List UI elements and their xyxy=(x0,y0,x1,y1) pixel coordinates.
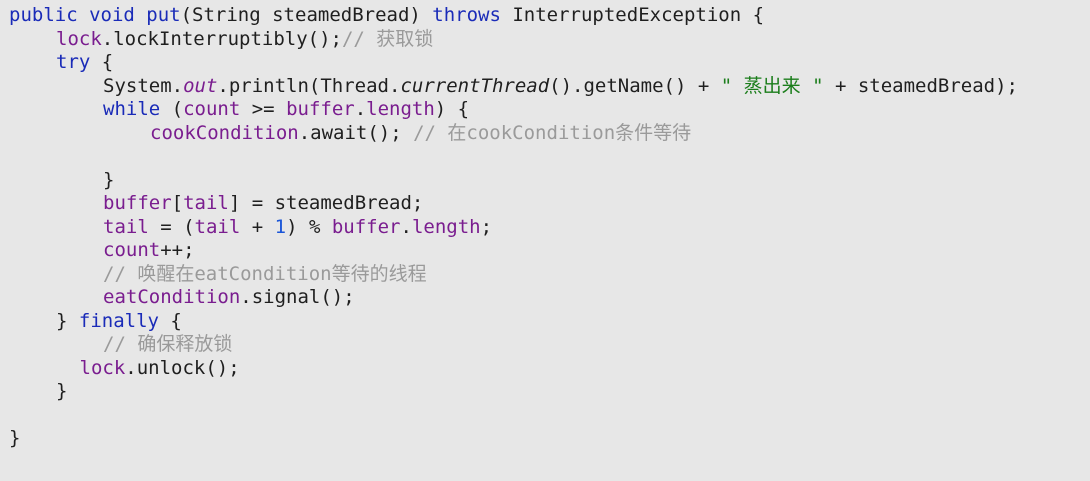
code-token: + xyxy=(240,215,275,238)
code-line: cookCondition.await(); // 在cookCondition… xyxy=(150,121,691,145)
code-line: System.out.println(Thread.currentThread(… xyxy=(103,74,1018,98)
code-token: throws xyxy=(432,4,501,26)
code-token: ( xyxy=(160,98,184,120)
code-token: System. xyxy=(103,74,184,97)
code-token: } xyxy=(56,309,79,332)
code-line: tail = (tail + 1) % buffer.length; xyxy=(103,215,492,239)
code-token: tail xyxy=(194,215,241,238)
code-token: count xyxy=(183,98,241,120)
code-line: count++; xyxy=(103,238,195,262)
code-token: + steamedBread); xyxy=(823,74,1018,97)
code-token: .signal(); xyxy=(240,286,355,308)
code-token: try xyxy=(56,51,91,73)
code-token: } xyxy=(103,168,115,191)
code-token: // 在cookCondition条件等待 xyxy=(413,121,692,144)
code-token: buffer xyxy=(286,98,355,120)
code-token: length xyxy=(366,98,435,120)
code-token: // 获取锁 xyxy=(341,27,434,50)
code-line: } xyxy=(56,379,67,403)
code-token: (String steamedBread) xyxy=(180,4,433,26)
code-token: lock xyxy=(56,27,102,50)
code-token: .lockInterruptibly(); xyxy=(101,27,342,50)
code-line: } xyxy=(103,168,114,192)
code-token: buffer xyxy=(331,215,401,238)
code-token: InterruptedException { xyxy=(500,4,765,26)
code-token: .unlock(); xyxy=(125,356,240,379)
code-token: } xyxy=(56,380,68,402)
code-token: . xyxy=(354,98,367,120)
code-token: { xyxy=(158,309,182,332)
code-token: .await(); xyxy=(298,121,414,144)
code-token: currentThread xyxy=(400,74,550,97)
code-line: // 唤醒在eatCondition等待的线程 xyxy=(103,262,427,286)
code-token: eatCondition xyxy=(103,286,241,308)
code-token: ().getName() + xyxy=(549,74,721,97)
code-token: cookCondition xyxy=(150,121,299,144)
code-line: lock.lockInterruptibly();// 获取锁 xyxy=(56,27,433,51)
code-token: finally xyxy=(78,309,159,332)
code-token: ] = steamedBread; xyxy=(228,192,424,214)
code-token: = ( xyxy=(148,215,195,238)
code-token: while xyxy=(103,98,161,120)
code-token: buffer xyxy=(103,192,172,214)
code-token: ++; xyxy=(160,239,195,261)
code-token: public void xyxy=(9,4,147,26)
code-line: try { xyxy=(56,50,113,74)
code-token: ; xyxy=(480,215,493,238)
code-token: put xyxy=(146,4,181,26)
code-token: . xyxy=(400,215,412,238)
code-line: } xyxy=(9,426,20,450)
code-token: " 蒸出来 " xyxy=(720,74,824,97)
code-token: out xyxy=(183,74,218,97)
code-line: while (count >= buffer.length) { xyxy=(103,97,469,121)
code-token: { xyxy=(90,51,114,73)
code-token: } xyxy=(9,427,21,449)
code-line: } finally { xyxy=(56,309,182,333)
code-token: // 唤醒在eatCondition等待的线程 xyxy=(103,262,427,285)
code-token: ) % xyxy=(286,215,332,238)
code-token: length xyxy=(411,215,481,238)
code-token: ) { xyxy=(434,98,470,120)
code-token: count xyxy=(103,239,161,261)
code-token: .println(Thread. xyxy=(217,74,401,97)
code-token: tail xyxy=(183,192,229,214)
code-token: >= xyxy=(240,98,287,120)
code-token: tail xyxy=(103,215,149,238)
code-token: [ xyxy=(171,192,184,214)
code-token: // 确保释放锁 xyxy=(103,333,233,355)
code-line: buffer[tail] = steamedBread; xyxy=(103,191,423,215)
code-line: lock.unlock(); xyxy=(80,356,240,380)
code-editor[interactable]: public void put(String steamedBread) thr… xyxy=(0,0,1090,481)
code-token: 1 xyxy=(274,215,287,238)
code-line: // 确保释放锁 xyxy=(103,332,232,356)
code-line: public void put(String steamedBread) thr… xyxy=(9,3,764,27)
code-line: eatCondition.signal(); xyxy=(103,285,355,309)
code-token: lock xyxy=(79,356,126,379)
